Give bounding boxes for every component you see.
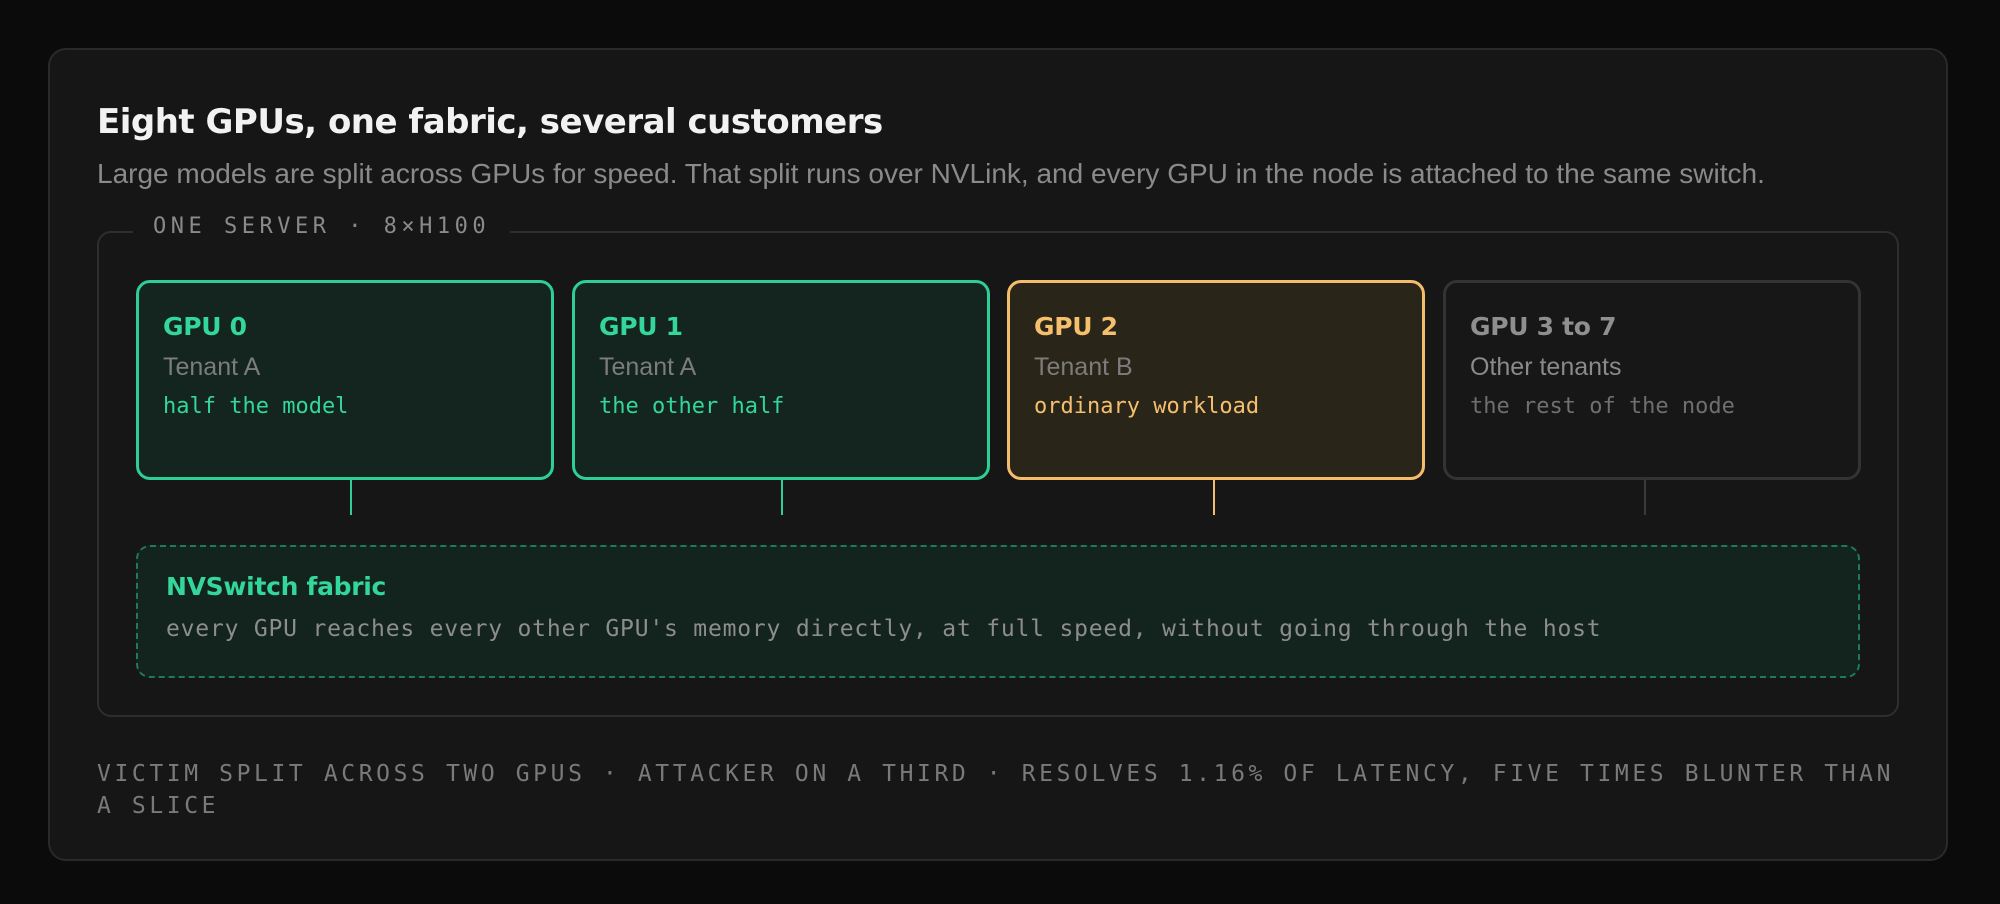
gpu-3-7-tenant: Other tenants bbox=[1470, 353, 1622, 381]
gpu-0-connector bbox=[350, 479, 352, 515]
gpu-3-7-connector bbox=[1644, 479, 1646, 515]
page-title: Eight GPUs, one fabric, several customer… bbox=[97, 102, 883, 142]
gpu-1-connector bbox=[781, 479, 783, 515]
gpu-2-connector bbox=[1213, 479, 1215, 515]
fabric-title: NVSwitch fabric bbox=[166, 572, 387, 601]
gpu-1-name: GPU 1 bbox=[599, 312, 683, 341]
gpu-0-name: GPU 0 bbox=[163, 312, 247, 341]
nvswitch-fabric: NVSwitch fabric every GPU reaches every … bbox=[136, 545, 1860, 678]
gpu-2-role: ordinary workload bbox=[1034, 394, 1260, 419]
gpu-3-7-box: GPU 3 to 7 Other tenants the rest of the… bbox=[1443, 280, 1861, 480]
gpu-1-role: the other half bbox=[599, 394, 785, 419]
gpu-2-box: GPU 2 Tenant B ordinary workload bbox=[1007, 280, 1425, 480]
gpu-0-box: GPU 0 Tenant A half the model bbox=[136, 280, 554, 480]
footer-caption: VICTIM SPLIT ACROSS TWO GPUS · ATTACKER … bbox=[97, 761, 1895, 819]
gpu-1-box: GPU 1 Tenant A the other half bbox=[572, 280, 990, 480]
server-label: ONE SERVER · 8×H100 bbox=[133, 212, 511, 242]
gpu-1-tenant: Tenant A bbox=[599, 353, 697, 381]
page-subtitle: Large models are split across GPUs for s… bbox=[97, 158, 1765, 189]
fabric-description: every GPU reaches every other GPU's memo… bbox=[166, 616, 1602, 642]
gpu-0-role: half the model bbox=[163, 394, 349, 419]
gpu-3-7-role: the rest of the node bbox=[1470, 394, 1735, 419]
gpu-3-7-name: GPU 3 to 7 bbox=[1470, 312, 1617, 341]
gpu-0-tenant: Tenant A bbox=[163, 353, 261, 381]
gpu-2-name: GPU 2 bbox=[1034, 312, 1118, 341]
gpu-2-tenant: Tenant B bbox=[1034, 353, 1133, 381]
